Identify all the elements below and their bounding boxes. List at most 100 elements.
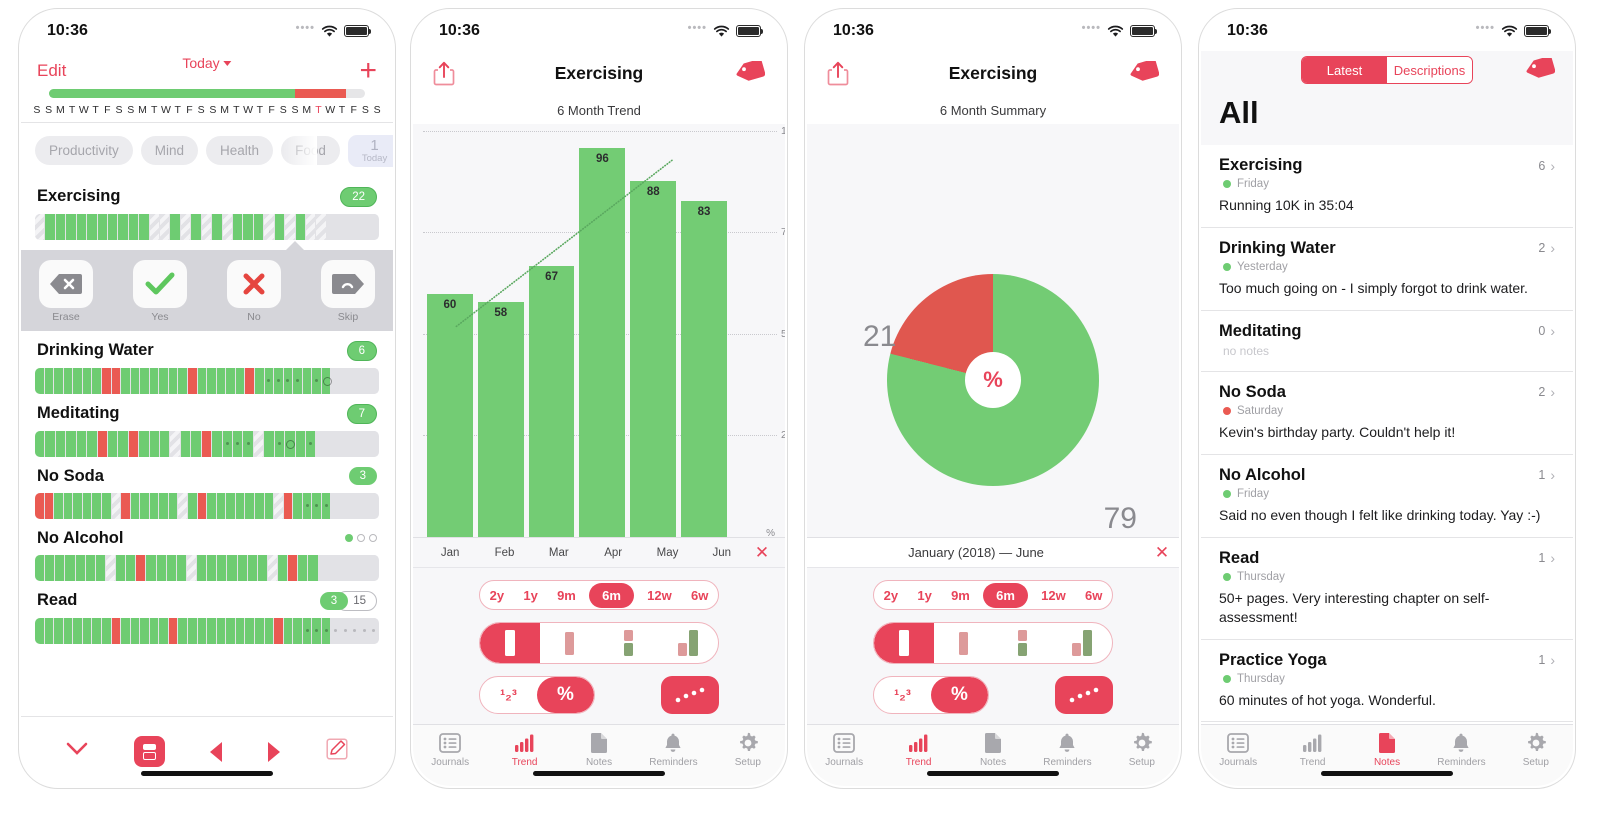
- habit-day-cell[interactable]: [368, 213, 378, 240]
- value-mode-count[interactable]: ¹₂³: [874, 677, 931, 713]
- habit-day-cell[interactable]: [321, 367, 332, 394]
- habit-badge[interactable]: 6: [346, 340, 377, 361]
- habit-day-cell[interactable]: [160, 213, 170, 240]
- habit-day-cell[interactable]: [360, 617, 369, 644]
- habit-day-cell[interactable]: [347, 213, 358, 240]
- habit-day-cell[interactable]: [369, 367, 379, 394]
- bar[interactable]: 83: [681, 200, 727, 537]
- habit-day-cell[interactable]: [136, 554, 146, 581]
- habit-day-cell[interactable]: [92, 367, 101, 394]
- habit-day-cell[interactable]: [139, 213, 149, 240]
- tab-notes[interactable]: Notes: [1350, 732, 1424, 768]
- habit-day-cell[interactable]: [55, 430, 66, 457]
- compose-icon[interactable]: [326, 738, 348, 765]
- habit-day-cell[interactable]: [156, 554, 166, 581]
- bar[interactable]: 96: [579, 148, 626, 537]
- habit-day-cell[interactable]: [149, 492, 159, 519]
- habit-track[interactable]: [35, 430, 379, 457]
- habit-row-exercising[interactable]: Exercising 22: [21, 177, 393, 240]
- mode-single-bar[interactable]: [480, 623, 540, 663]
- habit-day-cell[interactable]: [316, 213, 326, 240]
- tab-setup[interactable]: Setup: [1499, 732, 1573, 768]
- habit-badge-split[interactable]: 3 15: [319, 590, 377, 611]
- habit-day-cell[interactable]: [126, 554, 136, 581]
- habit-day-cell[interactable]: [359, 554, 369, 581]
- habit-day-cell[interactable]: [130, 367, 140, 394]
- range-selector[interactable]: 2y 1y 9m 6m 12w 6w: [479, 580, 719, 610]
- chevron-right-icon[interactable]: ›: [1550, 467, 1555, 483]
- habit-day-cell[interactable]: [166, 554, 176, 581]
- value-mode-toggle[interactable]: ¹₂³ %: [479, 676, 595, 714]
- habit-day-cell[interactable]: [87, 430, 97, 457]
- tab-reminders[interactable]: Reminders: [1030, 732, 1104, 768]
- habit-day-cell[interactable]: [358, 213, 368, 240]
- action-erase[interactable]: Erase: [35, 259, 97, 323]
- dotted-trend-icon[interactable]: [1055, 676, 1113, 714]
- habit-day-cell[interactable]: [264, 213, 274, 240]
- habit-day-cell[interactable]: [66, 213, 76, 240]
- habit-day-cell[interactable]: [178, 367, 187, 394]
- habit-day-cell[interactable]: [341, 617, 350, 644]
- notes-segmented-control[interactable]: Latest Descriptions: [1301, 56, 1473, 84]
- habit-day-cell[interactable]: [101, 617, 111, 644]
- habit-day-cell[interactable]: [44, 617, 54, 644]
- mode-light-bar[interactable]: [934, 623, 994, 663]
- habit-day-cell[interactable]: [235, 617, 245, 644]
- habit-day-cell[interactable]: [45, 213, 55, 240]
- list-item[interactable]: Practice Yoga 1 › Thursday 60 minutes of hot…: [1201, 640, 1573, 723]
- range-option-1y[interactable]: 1y: [911, 584, 937, 607]
- habit-day-cell[interactable]: [35, 213, 45, 240]
- range-selector[interactable]: 2y 1y 9m 6m 12w 6w: [873, 580, 1113, 610]
- habit-track[interactable]: [35, 492, 379, 519]
- segment-descriptions[interactable]: Descriptions: [1387, 57, 1472, 83]
- habit-day-cell[interactable]: [369, 617, 379, 644]
- habit-day-cell[interactable]: [149, 213, 160, 240]
- habit-day-cell[interactable]: [178, 617, 187, 644]
- habit-badge[interactable]: 22: [340, 186, 377, 207]
- habit-day-cell[interactable]: [226, 367, 235, 394]
- share-icon[interactable]: [433, 61, 455, 86]
- habit-day-cell[interactable]: [318, 554, 328, 581]
- habit-day-cell[interactable]: [278, 554, 288, 581]
- habit-day-cell[interactable]: [35, 492, 44, 519]
- habit-day-cell[interactable]: [140, 492, 149, 519]
- habit-day-cell[interactable]: [245, 617, 254, 644]
- habit-day-cell[interactable]: [295, 430, 305, 457]
- tab-setup[interactable]: Setup: [711, 732, 785, 768]
- habit-day-cell[interactable]: [160, 430, 170, 457]
- mode-single-bar[interactable]: [874, 623, 934, 663]
- chip-health[interactable]: Health: [206, 136, 274, 166]
- habit-day-cell[interactable]: [326, 213, 337, 240]
- close-icon[interactable]: ✕: [749, 543, 775, 563]
- habit-day-cell[interactable]: [369, 554, 379, 581]
- habit-day-cell[interactable]: [197, 492, 207, 519]
- habit-day-cell[interactable]: [235, 367, 245, 394]
- habit-day-cell[interactable]: [140, 617, 149, 644]
- habit-day-cell[interactable]: [149, 617, 159, 644]
- habit-day-cell[interactable]: [253, 213, 264, 240]
- list-item[interactable]: No Alcohol 1 › Friday Said no even though I …: [1201, 455, 1573, 538]
- habit-day-cell[interactable]: [235, 492, 245, 519]
- habit-day-cell[interactable]: [97, 213, 107, 240]
- habit-day-cell[interactable]: [245, 492, 254, 519]
- save-icon[interactable]: [133, 736, 165, 767]
- habit-day-cell[interactable]: [274, 617, 283, 644]
- habit-day-cell[interactable]: [82, 492, 92, 519]
- habit-day-cell[interactable]: [298, 554, 308, 581]
- habit-day-cell[interactable]: [274, 492, 283, 519]
- habit-day-cell[interactable]: [54, 617, 63, 644]
- chevron-right-icon[interactable]: ›: [1550, 652, 1555, 668]
- add-button[interactable]: +: [359, 56, 377, 86]
- habit-day-cell[interactable]: [217, 554, 227, 581]
- tab-journals[interactable]: Journals: [413, 732, 487, 768]
- habit-day-cell[interactable]: [85, 554, 95, 581]
- habit-day-cell[interactable]: [76, 430, 87, 457]
- habit-badge[interactable]: 3: [348, 467, 377, 486]
- habit-day-cell[interactable]: [176, 554, 186, 581]
- tab-notes[interactable]: Notes: [562, 732, 636, 768]
- tab-trend[interactable]: Trend: [1275, 732, 1349, 768]
- mode-grouped-bar[interactable]: [1053, 623, 1113, 663]
- habit-day-cell[interactable]: [54, 367, 63, 394]
- range-option-2y[interactable]: 2y: [484, 584, 510, 607]
- range-option-1y[interactable]: 1y: [517, 584, 543, 607]
